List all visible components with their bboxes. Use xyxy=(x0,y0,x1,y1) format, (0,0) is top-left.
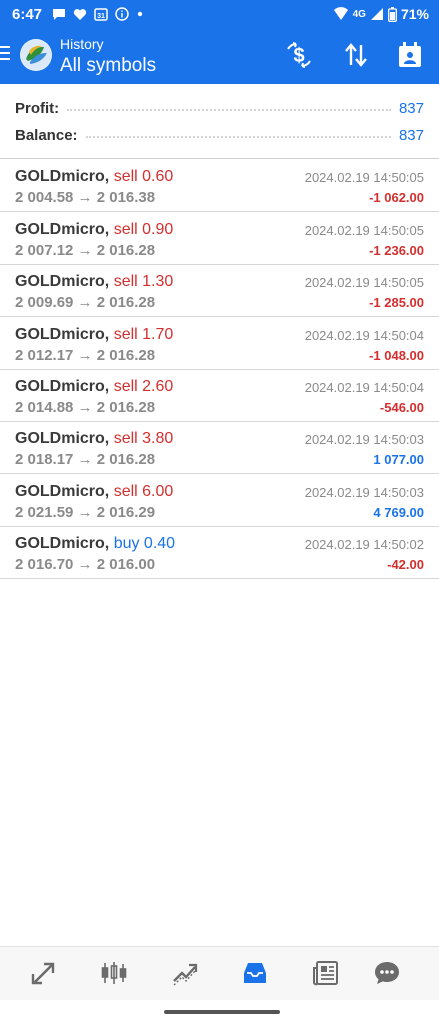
status-bar: 6:47 31 4G 71% xyxy=(0,0,439,28)
dotted-leader xyxy=(67,109,391,111)
deal-symbol: GOLDmicro, xyxy=(15,483,110,500)
signal-icon xyxy=(370,8,383,20)
profit-label: Profit: xyxy=(15,99,60,117)
deal-symbol: GOLDmicro, xyxy=(15,378,110,395)
network-type: 4G xyxy=(352,8,366,20)
deal-profit: -1 236.00 xyxy=(369,243,424,258)
deal-prices: 2 014.88 → 2 016.28 xyxy=(15,399,156,416)
deal-row[interactable]: GOLDmicro, sell 3.80 2 018.17 → 2 016.28… xyxy=(0,422,439,474)
deal-date: 2024.02.19 14:50:03 xyxy=(304,432,424,447)
balance-label: Balance: xyxy=(15,126,78,144)
deal-row[interactable]: GOLDmicro, sell 1.70 2 012.17 → 2 016.28… xyxy=(0,318,439,370)
deal-row[interactable]: GOLDmicro, buy 0.40 2 016.70 → 2 016.00 … xyxy=(0,527,439,579)
status-time: 6:47 xyxy=(12,5,43,23)
deal-row[interactable]: GOLDmicro, sell 0.60 2 004.58 → 2 016.38… xyxy=(0,160,439,212)
gesture-home-bar[interactable] xyxy=(164,1010,280,1014)
deal-symbol: GOLDmicro, xyxy=(15,535,110,552)
app-bar: History All symbols $ xyxy=(0,28,439,84)
bottom-navigation xyxy=(0,946,439,1000)
notification-icons: 31 xyxy=(52,7,144,21)
deal-prices: 2 018.17 → 2 016.28 xyxy=(15,451,156,468)
deal-direction: sell 0.60 xyxy=(113,168,174,185)
news-icon[interactable] xyxy=(312,959,340,987)
heart-icon xyxy=(73,8,87,20)
deal-prices: 2 009.69 → 2 016.28 xyxy=(15,294,156,311)
profit-value: 837 xyxy=(398,99,424,117)
deal-date: 2024.02.19 14:50:02 xyxy=(304,537,424,552)
header-title[interactable]: All symbols xyxy=(60,55,156,77)
deal-profit: -546.00 xyxy=(379,400,424,415)
deal-direction: sell 0.90 xyxy=(113,221,174,238)
currency-exchange-icon[interactable]: $ xyxy=(284,40,314,70)
balance-value: 837 xyxy=(398,126,424,144)
deal-date: 2024.02.19 14:50:05 xyxy=(304,223,424,238)
sort-icon[interactable] xyxy=(341,40,371,70)
wifi-icon xyxy=(333,7,348,21)
deal-date: 2024.02.19 14:50:05 xyxy=(304,275,424,290)
deal-direction: sell 2.60 xyxy=(113,378,174,395)
deal-direction: sell 6.00 xyxy=(113,483,174,500)
deal-symbol: GOLDmicro, xyxy=(15,326,110,343)
svg-text:31: 31 xyxy=(97,13,105,20)
deal-symbol: GOLDmicro, xyxy=(15,430,110,447)
balance-row: Balance: 837 xyxy=(15,123,424,147)
dot-icon xyxy=(137,11,143,17)
deal-profit: -1 048.00 xyxy=(369,348,424,363)
deal-prices: 2 016.70 → 2 016.00 xyxy=(15,556,156,573)
calendar-icon: 31 xyxy=(94,8,108,21)
deal-direction: sell 1.30 xyxy=(113,273,174,290)
deal-row[interactable]: GOLDmicro, sell 0.90 2 007.12 → 2 016.28… xyxy=(0,213,439,265)
deal-prices: 2 007.12 → 2 016.28 xyxy=(15,242,156,259)
trade-icon[interactable] xyxy=(171,959,199,987)
deal-direction: sell 3.80 xyxy=(113,430,174,447)
deal-date: 2024.02.19 14:50:05 xyxy=(304,170,424,185)
history-icon[interactable] xyxy=(241,959,269,987)
deal-row[interactable]: GOLDmicro, sell 1.30 2 009.69 → 2 016.28… xyxy=(0,265,439,317)
battery-percent: 71% xyxy=(400,6,429,22)
calendar-icon[interactable] xyxy=(395,40,425,70)
deal-prices: 2 021.59 → 2 016.29 xyxy=(15,504,156,521)
message-icon xyxy=(53,9,66,20)
deal-profit: 1 077.00 xyxy=(373,452,424,467)
deal-symbol: GOLDmicro, xyxy=(15,221,110,238)
deal-profit: -42.00 xyxy=(387,557,424,572)
deal-profit: 4 769.00 xyxy=(373,505,424,520)
quotes-icon[interactable] xyxy=(29,959,57,987)
messages-icon[interactable] xyxy=(373,959,401,987)
account-summary: Profit: 837 Balance: 837 xyxy=(0,84,439,159)
app-logo xyxy=(20,39,52,71)
deal-symbol: GOLDmicro, xyxy=(15,168,110,185)
deal-row[interactable]: GOLDmicro, sell 2.60 2 014.88 → 2 016.28… xyxy=(0,370,439,422)
header-subtitle: History xyxy=(60,36,104,52)
deal-date: 2024.02.19 14:50:04 xyxy=(304,328,424,343)
profit-row: Profit: 837 xyxy=(15,96,424,120)
deal-prices: 2 004.58 → 2 016.38 xyxy=(15,189,156,206)
deal-direction: buy 0.40 xyxy=(113,535,176,552)
deal-profit: -1 285.00 xyxy=(369,295,424,310)
deal-row[interactable]: GOLDmicro, sell 6.00 2 021.59 → 2 016.29… xyxy=(0,475,439,527)
menu-icon[interactable] xyxy=(0,46,10,60)
deal-prices: 2 012.17 → 2 016.28 xyxy=(15,347,156,364)
chart-icon[interactable] xyxy=(100,959,128,987)
info-icon xyxy=(115,7,129,21)
dotted-leader xyxy=(85,136,391,138)
deal-direction: sell 1.70 xyxy=(113,326,174,343)
system-indicators: 4G 71% xyxy=(333,6,429,22)
battery-icon xyxy=(388,6,397,22)
deal-date: 2024.02.19 14:50:03 xyxy=(304,485,424,500)
deal-profit: -1 062.00 xyxy=(369,190,424,205)
deal-date: 2024.02.19 14:50:04 xyxy=(304,380,424,395)
deal-symbol: GOLDmicro, xyxy=(15,273,110,290)
